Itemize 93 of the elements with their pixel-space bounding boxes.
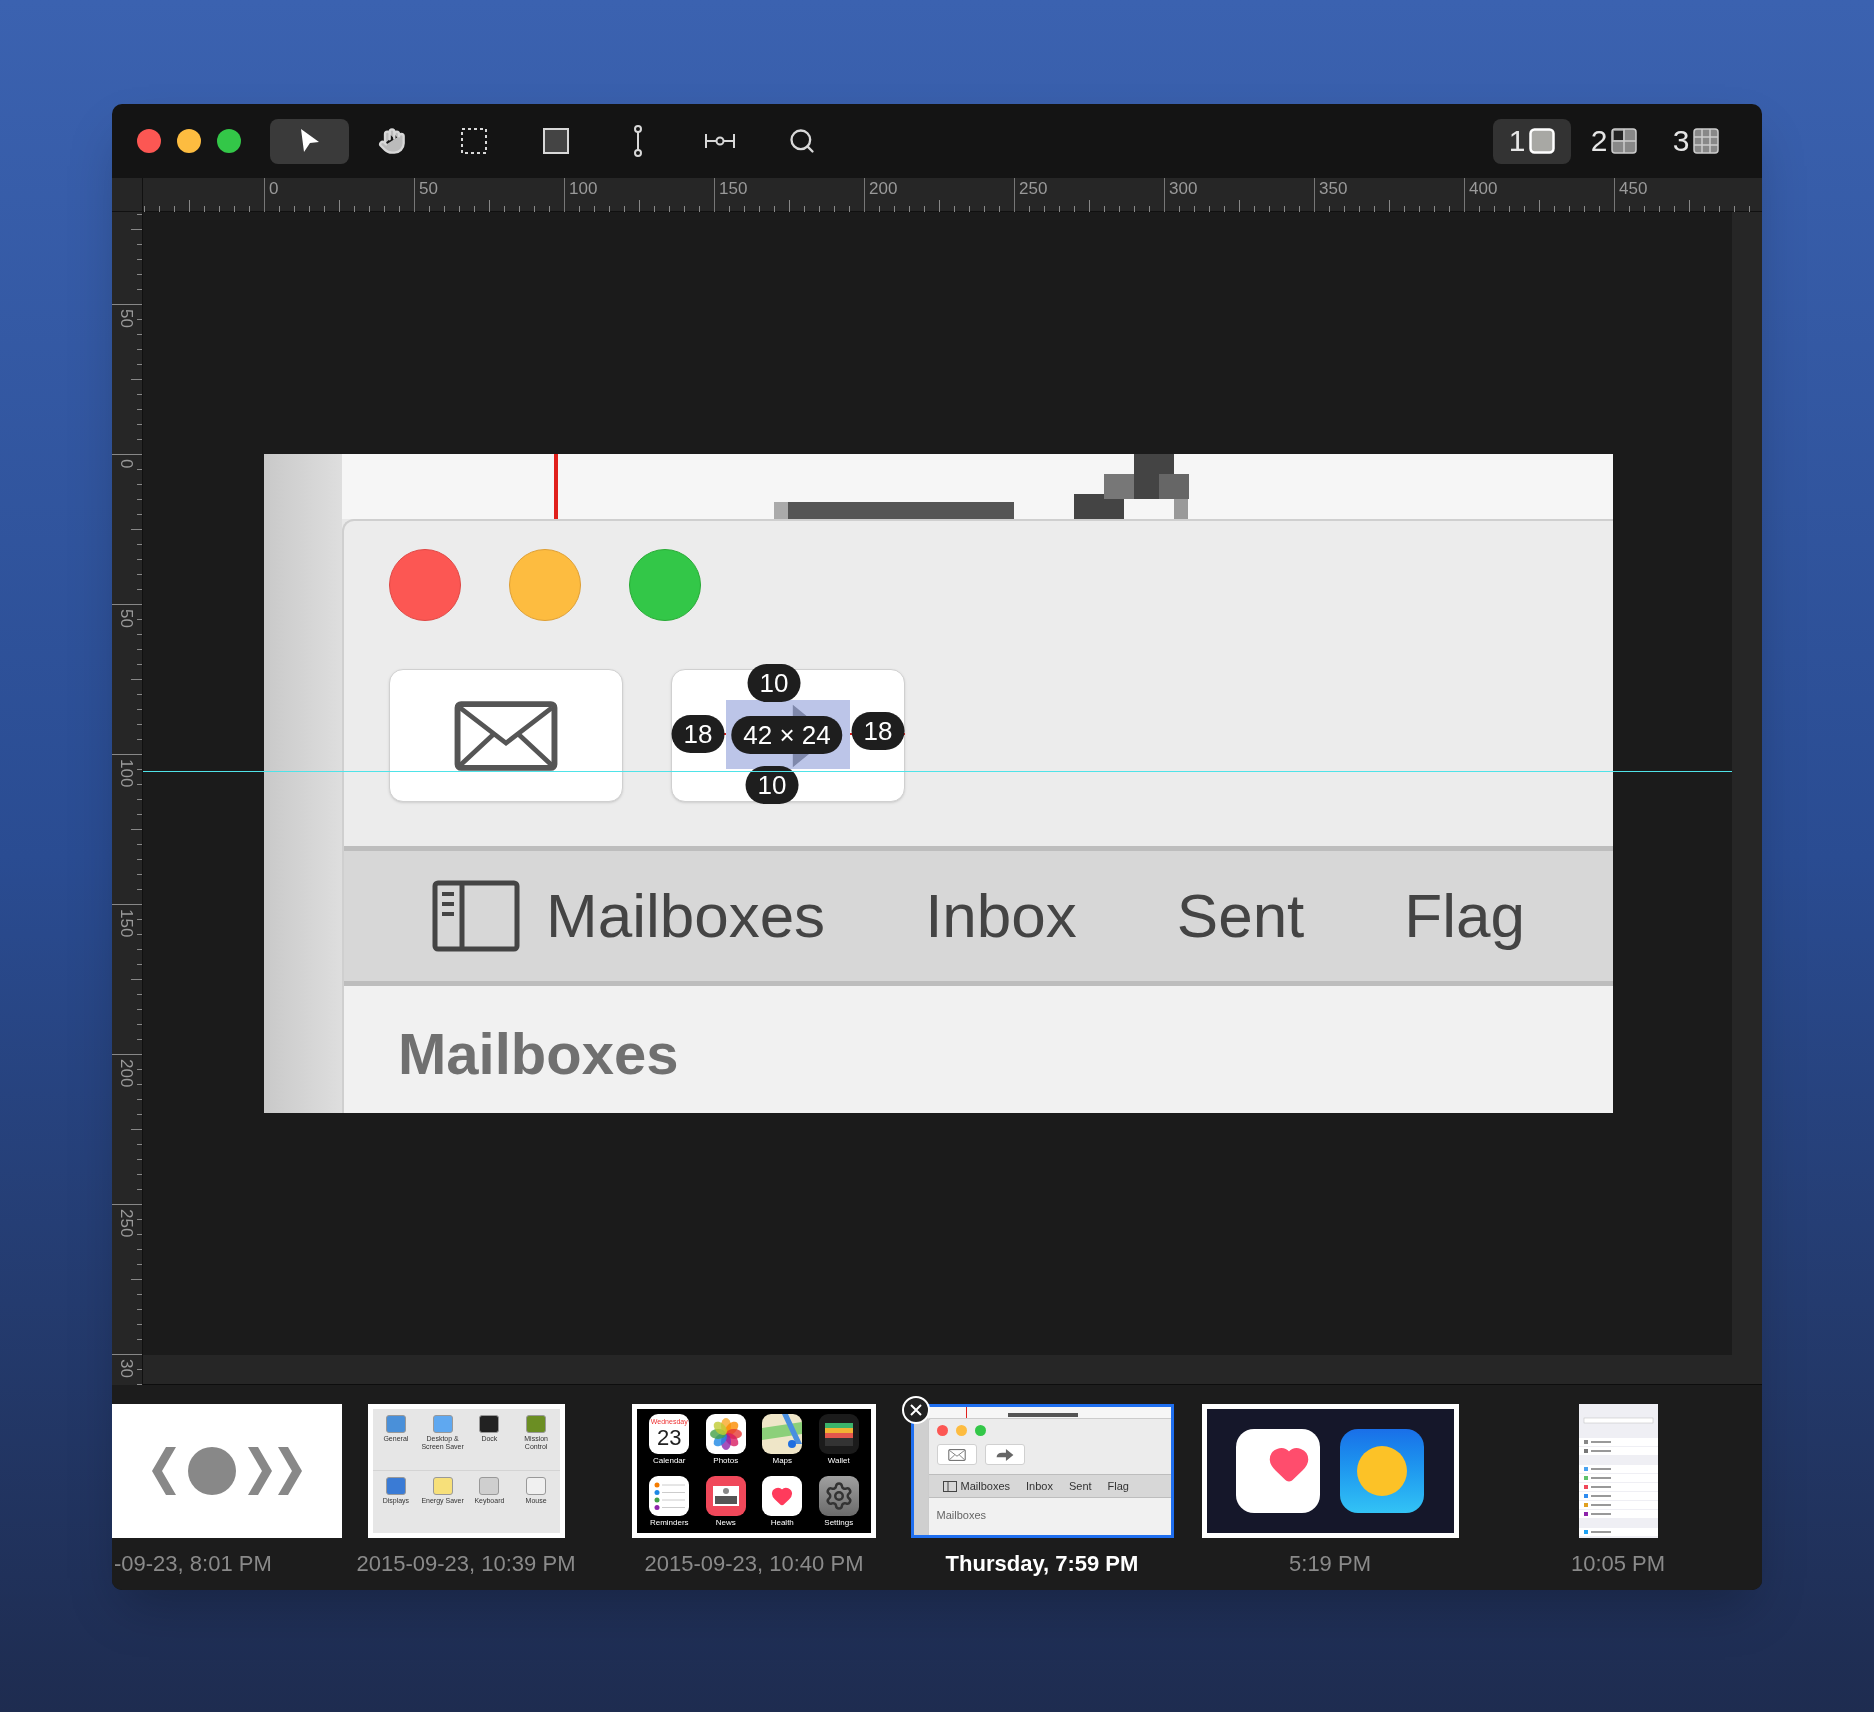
app-label: Health [770, 1518, 794, 1528]
app-label: Photos [713, 1456, 739, 1466]
ruler-label: 200 [116, 1059, 136, 1088]
thumbnail-caption: Thursday, 7:59 PM [945, 1550, 1139, 1578]
search-icon [787, 127, 816, 155]
flower-app-icon [705, 1414, 746, 1454]
rectangle-icon [541, 127, 570, 155]
preference-icon [385, 1415, 406, 1433]
tab-label: Mailboxes [960, 1479, 1011, 1493]
ruler-label: 400 [1469, 179, 1498, 199]
thumbnail[interactable] [1201, 1404, 1459, 1538]
thumbnail-caption: 10:05 PM [1570, 1550, 1666, 1578]
vertical-scrollbar[interactable] [1732, 212, 1762, 1355]
wallet-app-icon [818, 1414, 859, 1454]
section-heading: Mailboxes [936, 1509, 987, 1521]
measurement-label: 42 × 24 [731, 716, 843, 754]
layout-button[interactable]: 2 [1575, 118, 1653, 164]
tab-label: Sent [1176, 880, 1305, 952]
thumbnail[interactable]: Mailboxes Inbox Sent Flag Mailboxes [910, 1404, 1174, 1538]
single-pane-icon [1529, 128, 1556, 154]
thumbnail-caption: -09-23, 8:01 PM [113, 1550, 272, 1578]
preference-icon [526, 1415, 547, 1433]
tab-label: Flag [1107, 1479, 1129, 1493]
ruler-label: 50 [116, 609, 136, 628]
calendar-day: 23 [657, 1426, 682, 1450]
ruler-label: 0 [269, 179, 279, 199]
ruler-label: 50 [116, 309, 136, 328]
heart-app-icon [1236, 1429, 1320, 1513]
vertical-guide [554, 454, 558, 519]
close-button[interactable] [137, 129, 161, 153]
envelope-icon [947, 1448, 966, 1461]
app-label: Maps [772, 1456, 793, 1466]
section-heading: Mailboxes [398, 1021, 679, 1086]
thumbnail[interactable] [112, 1404, 342, 1538]
app-label: Calendar [653, 1456, 686, 1466]
tab-label: Sent [1068, 1479, 1092, 1493]
zoom-button[interactable] [217, 129, 241, 153]
app-label: News [715, 1518, 736, 1528]
vertical-guide [965, 1407, 967, 1418]
preference-icon [432, 1415, 453, 1433]
four-pane-icon [1611, 128, 1638, 154]
reminders-app-icon [649, 1476, 690, 1516]
nine-pane-icon [1693, 128, 1720, 154]
map-app-icon [762, 1414, 803, 1454]
heart-app-icon [762, 1476, 803, 1516]
tool-button[interactable] [270, 118, 349, 164]
ruler-label: 100 [569, 179, 598, 199]
horizontal-scrollbar[interactable] [143, 1355, 1762, 1385]
news-app-icon [705, 1476, 746, 1516]
forward-arrow-icon [994, 1447, 1015, 1462]
close-icon [910, 1404, 922, 1416]
pixelated-icon [1007, 1413, 1078, 1417]
close-button[interactable] [902, 1396, 930, 1424]
pointer-icon [298, 128, 321, 154]
ruler-label: 250 [116, 1209, 136, 1238]
minimize-button[interactable] [177, 129, 201, 153]
preference-icon [526, 1477, 547, 1495]
app-label: Reminders [649, 1518, 689, 1528]
ruler-label: 150 [719, 179, 748, 199]
preference-icon [385, 1477, 406, 1495]
ruler-label: 100 [116, 759, 136, 788]
sun-app-icon [1340, 1429, 1424, 1513]
ruler-label: 450 [1619, 179, 1648, 199]
ruler-label: 300 [1169, 179, 1198, 199]
hand-icon [377, 127, 406, 155]
layout-button[interactable]: 1 [1493, 118, 1571, 164]
ruler-label: 50 [419, 179, 438, 199]
ruler-label: 30 [116, 1359, 136, 1378]
thumbnail[interactable] [1578, 1404, 1658, 1538]
ruler-label: 150 [116, 909, 136, 938]
envelope-icon [454, 699, 558, 772]
preference-icon [479, 1415, 500, 1433]
tab-label: Flag [1404, 880, 1525, 952]
horizontal-measure-icon [703, 132, 736, 150]
app-label: Settings [824, 1518, 854, 1528]
ruler-label: 200 [869, 179, 898, 199]
ruler-label: 350 [1319, 179, 1348, 199]
sidebar-icon [942, 1480, 957, 1492]
ruler-label: 250 [1019, 179, 1048, 199]
tab-label: Inbox [925, 880, 1077, 952]
tab-label: Mailboxes [546, 880, 826, 952]
tab-label: Inbox [1026, 1479, 1053, 1493]
thumbnail-caption: 2015-09-23, 10:40 PM [644, 1550, 864, 1578]
app-label: Wallet [827, 1456, 850, 1466]
layout-button[interactable]: 3 [1657, 118, 1735, 164]
sidebar-icon [432, 880, 520, 952]
preference-icon [479, 1477, 500, 1495]
thumbnail-caption: 5:19 PM [1289, 1550, 1371, 1578]
gear-app-icon [818, 1476, 859, 1516]
marquee-icon [459, 127, 488, 155]
thumbnail-caption: 2015-09-23, 10:39 PM [356, 1550, 576, 1578]
preference-icon [432, 1477, 453, 1495]
ruler-label: 0 [116, 459, 136, 469]
